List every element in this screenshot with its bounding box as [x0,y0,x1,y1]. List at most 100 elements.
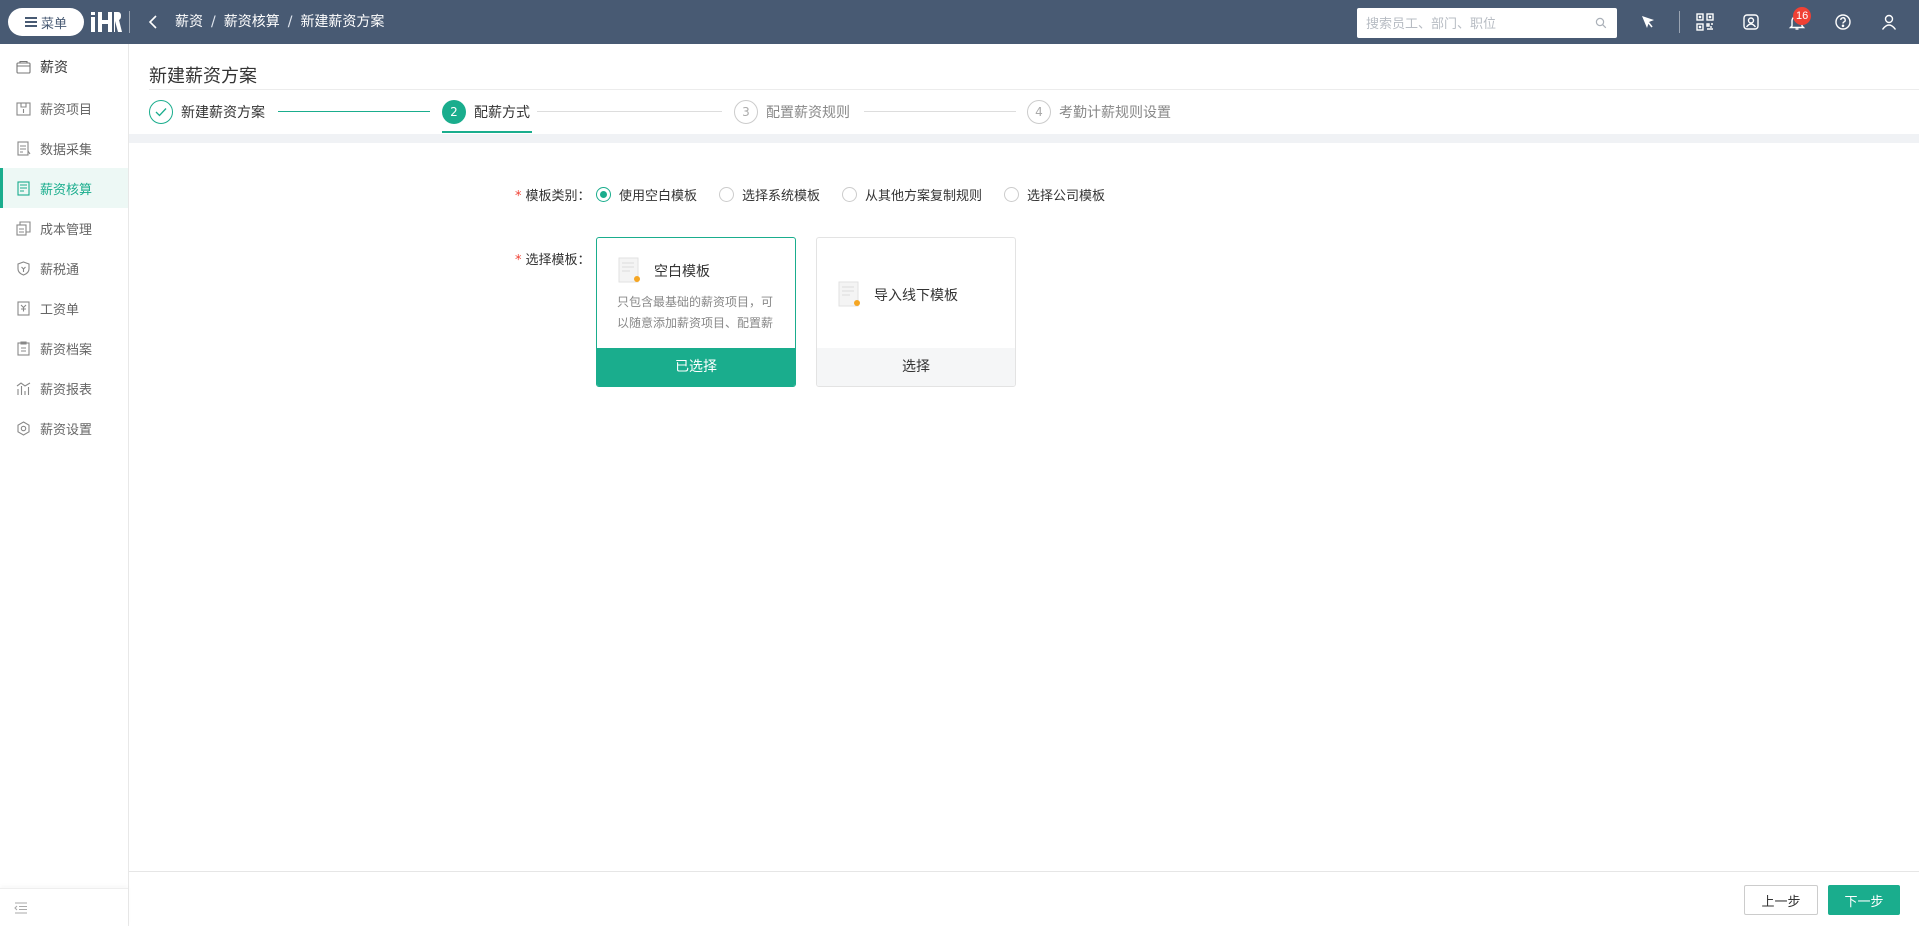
sidebar-item-salary-project[interactable]: 薪资项目 [0,88,128,128]
document-icon [838,281,860,307]
sidebar-item-label: 薪资项目 [40,102,93,118]
step-number: 3 [734,100,758,124]
sidebar-item-label: 数据采集 [40,142,93,158]
salary-icon [16,60,31,74]
template-type-radio-group: 使用空白模板 选择系统模板 从其他方案复制规则 选择公司模板 [596,185,1127,204]
sidebar-item-data-collect[interactable]: 数据采集 [0,128,128,168]
sidebar-item-label: 成本管理 [40,222,93,238]
sidebar-item-label: 薪资报表 [40,382,93,398]
top-divider [129,11,130,33]
step-label: 配薪方式 [474,105,530,121]
card-select-button[interactable]: 选择 [817,348,1015,386]
menu-label: 菜单 [40,16,67,32]
breadcrumb-item-current: 新建薪资方案 [300,14,385,30]
sidebar: 薪资 薪资项目 数据采集 薪资核算 成本管理 薪税通 工资单 薪资档案 薪资报表… [0,44,129,926]
section-divider-band [129,134,1919,143]
contacts-icon[interactable] [1740,11,1762,33]
radio-label: 选择系统模板 [742,188,821,204]
notification-badge: 16 [1793,7,1812,25]
step-connector [537,111,722,112]
breadcrumb-item-calc[interactable]: 薪资核算 [224,13,280,31]
page-title: 新建薪资方案 [149,66,257,87]
menu-button[interactable]: 菜单 [8,8,84,36]
required-mark: * [515,253,522,268]
step-salary-method: 2 配薪方式 [442,100,530,124]
step-create-plan: 新建薪资方案 [149,100,265,124]
collapse-icon[interactable] [14,902,28,914]
sidebar-item-report[interactable]: 薪资报表 [0,368,128,408]
breadcrumb-item-salary[interactable]: 薪资 [175,13,203,31]
radio-blank-template[interactable]: 使用空白模板 [596,185,697,204]
archive-icon [17,340,30,356]
sidebar-item-payslip[interactable]: 工资单 [0,288,128,328]
top-bar: 菜单 薪资 / 薪资核算 / 新建薪资方案 搜索员工、部门、职位 16 [0,0,1919,44]
radio-label: 从其他方案复制规则 [865,188,983,204]
step-number: 2 [442,100,466,124]
template-card-blank[interactable]: 空白模板 只包含最基础的薪资项目，可以随意添加薪资项目、配置薪 已选择 [596,237,796,387]
select-template-label: * 选择模板： [515,249,591,268]
search-icon[interactable] [1595,17,1607,29]
template-card-import-offline[interactable]: 导入线下模板 选择 [816,237,1016,387]
breadcrumb-separator: / [287,14,293,30]
sidebar-item-label: 薪税通 [40,262,80,278]
step-salary-rules: 3 配置薪资规则 [734,100,850,124]
prev-step-button[interactable]: 上一步 [1744,885,1818,915]
card-selected-label: 已选择 [597,348,795,386]
radio-label: 使用空白模板 [619,188,698,204]
card-description: 只包含最基础的薪资项目，可以随意添加薪资项目、配置薪 [617,295,774,330]
radio-unchecked-icon [842,186,858,202]
card-title: 导入线下模板 [874,288,958,304]
step-label: 新建薪资方案 [181,105,265,121]
radio-unchecked-icon [719,186,735,202]
radio-system-template[interactable]: 选择系统模板 [719,185,820,204]
next-step-button[interactable]: 下一步 [1828,885,1900,915]
step-attendance-rules: 4 考勤计薪规则设置 [1027,100,1171,124]
breadcrumb-separator: / [211,14,216,30]
sidebar-item-salary-calc[interactable]: 薪资核算 [0,168,128,208]
back-icon[interactable] [146,13,162,31]
radio-company-template[interactable]: 选择公司模板 [1004,185,1105,204]
sidebar-item-cost[interactable]: 成本管理 [0,208,128,248]
user-icon[interactable] [1878,11,1900,33]
qrcode-icon[interactable] [1694,11,1716,33]
form-label-text: 模板类别： [525,189,591,204]
ihr-logo [91,12,122,32]
sidebar-item-settings[interactable]: 薪资设置 [0,408,128,448]
pin-icon[interactable] [1637,11,1659,33]
breadcrumb: 薪资 / 薪资核算 / 新建薪资方案 [175,13,384,31]
required-mark: * [515,189,522,204]
footer-divider [129,871,1919,872]
card-title: 空白模板 [654,264,710,280]
sidebar-item-archive[interactable]: 薪资档案 [0,328,128,368]
payslip-icon [17,300,30,316]
sidebar-item-salary[interactable]: 薪资 [0,47,128,87]
radio-copy-rules[interactable]: 从其他方案复制规则 [842,185,982,204]
sidebar-item-label: 薪资档案 [40,342,93,358]
project-icon [16,101,31,116]
radio-unchecked-icon [1004,186,1020,202]
step-number: 4 [1027,100,1051,124]
sidebar-item-label: 薪资核算 [40,182,93,198]
settings-icon [17,420,30,436]
top-divider [1679,11,1680,33]
radio-checked-icon [596,186,611,202]
template-type-label: * 模板类别： [515,185,591,204]
calc-icon [17,180,30,196]
search-input[interactable] [1357,8,1577,38]
form-label-text: 选择模板： [525,253,591,268]
data-icon [17,140,31,156]
step-connector [278,111,430,112]
step-connector [864,111,1016,112]
sidebar-item-label: 薪资 [40,60,68,76]
sidebar-footer [0,888,128,926]
sidebar-item-tax[interactable]: 薪税通 [0,248,128,288]
document-icon [618,257,640,283]
search-box [1357,8,1617,38]
check-icon [149,100,173,124]
help-icon[interactable] [1832,11,1854,33]
title-divider [149,89,1919,90]
sidebar-item-label: 工资单 [40,302,80,318]
tax-icon [17,260,30,276]
radio-label: 选择公司模板 [1027,188,1106,204]
sidebar-item-label: 薪资设置 [40,422,93,438]
